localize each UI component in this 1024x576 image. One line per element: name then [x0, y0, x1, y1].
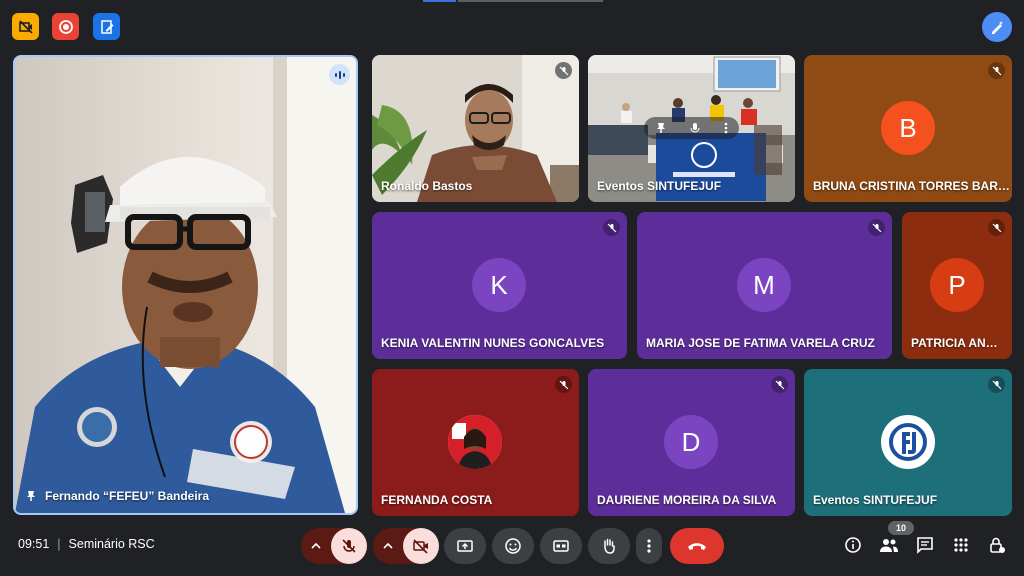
chevron-up-icon[interactable]	[373, 528, 403, 564]
present-screen-icon	[457, 540, 473, 552]
speaking-indicator-icon	[329, 64, 350, 85]
magic-pen-icon[interactable]	[982, 12, 1012, 42]
mic-off-icon	[988, 219, 1005, 236]
raise-hand-icon	[604, 538, 615, 554]
mic-off-icon	[342, 539, 356, 553]
top-indicator	[458, 0, 603, 2]
avatar: P	[930, 258, 984, 312]
record-icon[interactable]	[52, 13, 79, 40]
info-icon[interactable]	[842, 534, 864, 556]
leave-call-button[interactable]	[670, 528, 724, 564]
emoji-icon	[505, 538, 521, 554]
participant-name: FERNANDA COSTA	[381, 493, 493, 507]
main-speaker-name: Fernando “FEFEU” Bandeira	[45, 489, 210, 503]
participant-name: DAURIENE MOREIRA DA SILVA	[597, 493, 777, 507]
participant-name: PATRICIA AN…	[911, 336, 998, 350]
audio-control-group	[301, 528, 367, 564]
speaker-video	[15, 57, 356, 513]
chevron-up-icon[interactable]	[301, 528, 331, 564]
participant-tile[interactable]: FERNANDA COSTA	[372, 369, 579, 516]
video-off-icon	[413, 539, 428, 554]
present-screen-button[interactable]	[444, 528, 486, 564]
mic-off-icon	[603, 219, 620, 236]
host-controls-lock-icon[interactable]	[986, 534, 1008, 556]
participant-count-badge: 10	[888, 521, 914, 535]
mic-off-icon	[988, 62, 1005, 79]
avatar: D	[664, 415, 718, 469]
mic-off-icon	[555, 376, 572, 393]
captions-button[interactable]	[540, 528, 582, 564]
meeting-info: 09:51 | Seminário RSC	[18, 537, 155, 551]
avatar-photo	[448, 415, 502, 469]
more-vert-icon	[647, 539, 651, 553]
captions-icon	[553, 540, 569, 552]
participant-name: MARIA JOSE DE FATIMA VARELA CRUZ	[646, 336, 875, 350]
sintufejuf-logo-icon	[889, 423, 927, 461]
pin-icon[interactable]	[655, 122, 667, 134]
participant-tile[interactable]: Eventos SINTUFEJUF	[588, 55, 795, 202]
separator: |	[57, 537, 61, 551]
raise-hand-button[interactable]	[588, 528, 630, 564]
participant-name: Eventos SINTUFEJUF	[813, 493, 938, 507]
participant-name: Ronaldo Bastos	[381, 179, 473, 193]
top-indicator-active	[423, 0, 456, 2]
mic-off-icon	[868, 219, 885, 236]
camera-off-button[interactable]	[403, 528, 439, 564]
chat-icon[interactable]	[914, 534, 936, 556]
participant-tile[interactable]: M MARIA JOSE DE FATIMA VARELA CRUZ	[637, 212, 892, 359]
avatar: K	[472, 258, 526, 312]
main-speaker-tile[interactable]: Fernando “FEFEU” Bandeira	[13, 55, 358, 515]
mic-off-icon	[771, 376, 788, 393]
reactions-button[interactable]	[492, 528, 534, 564]
participant-tile[interactable]: P PATRICIA AN…	[902, 212, 1012, 359]
meeting-time: 09:51	[18, 537, 50, 551]
participant-tile[interactable]: Ronaldo Bastos	[372, 55, 579, 202]
more-options-icon[interactable]	[724, 122, 728, 134]
participant-name: BRUNA CRISTINA TORRES BAR…	[813, 179, 1010, 193]
participant-tile[interactable]: K KENIA VALENTIN NUNES GONCALVES	[372, 212, 627, 359]
mic-icon[interactable]	[689, 122, 701, 134]
meeting-title: Seminário RSC	[68, 537, 155, 551]
participant-tile[interactable]: B BRUNA CRISTINA TORRES BAR…	[804, 55, 1012, 202]
main-speaker-label: Fernando “FEFEU” Bandeira	[25, 489, 209, 503]
avatar: M	[737, 258, 791, 312]
logo-avatar	[881, 415, 935, 469]
mic-off-icon	[988, 376, 1005, 393]
participant-tile[interactable]: D DAURIENE MOREIRA DA SILVA	[588, 369, 795, 516]
hang-up-icon	[688, 543, 706, 550]
pin-icon	[27, 491, 35, 501]
video-control-group	[373, 528, 439, 564]
tile-hover-controls	[644, 117, 739, 139]
mic-off-button[interactable]	[331, 528, 367, 564]
participant-name: KENIA VALENTIN NUNES GONCALVES	[381, 336, 605, 350]
avatar: B	[881, 101, 935, 155]
participant-name: Eventos SINTUFEJUF	[597, 179, 722, 193]
more-options-button[interactable]	[636, 528, 662, 564]
activities-grid-icon[interactable]	[950, 534, 972, 556]
no-video-square-icon[interactable]	[12, 13, 39, 40]
edit-note-icon[interactable]	[93, 13, 120, 40]
people-icon[interactable]	[878, 534, 900, 556]
participant-tile[interactable]: Eventos SINTUFEJUF	[804, 369, 1012, 516]
mic-off-icon	[555, 62, 572, 79]
